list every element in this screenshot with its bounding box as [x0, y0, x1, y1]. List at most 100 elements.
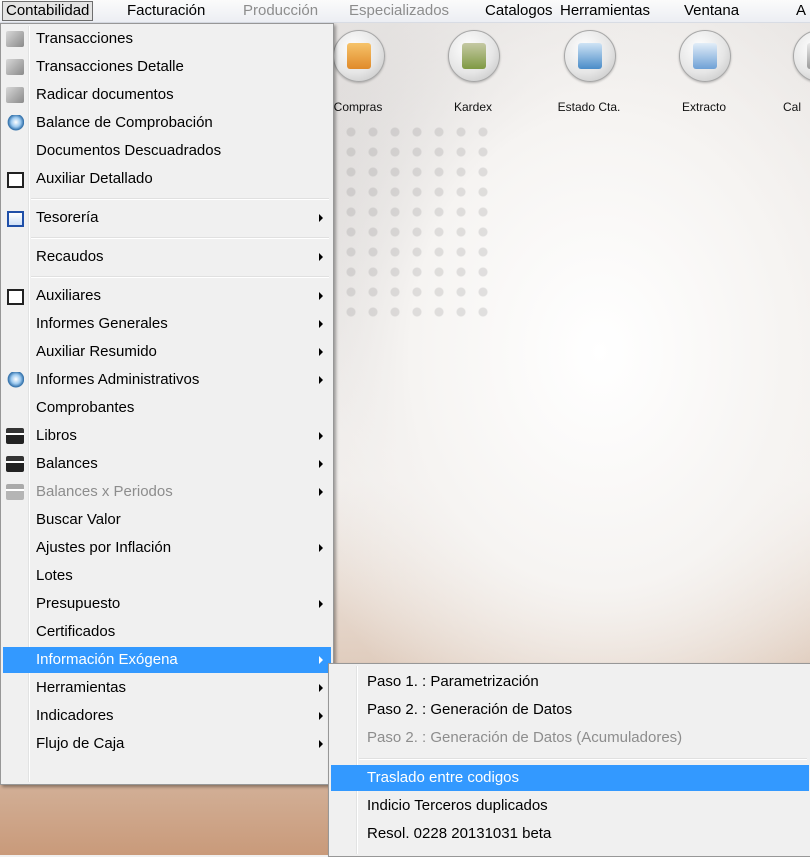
- submenu-item-paso-2[interactable]: Paso 2. : Generación de Datos: [331, 697, 809, 723]
- magnifier-icon: [6, 372, 24, 388]
- menu-item-label: Auxiliar Resumido: [36, 343, 157, 360]
- ledger-icon: [7, 289, 24, 305]
- cal-label: Cal: [783, 100, 802, 114]
- menu-item-balances-x-periodos[interactable]: Balances x Periodos: [3, 479, 331, 505]
- menu-item-auxiliar-resumido[interactable]: Auxiliar Resumido: [3, 339, 331, 365]
- menu-separator: [31, 276, 329, 278]
- extracto-button[interactable]: Extracto: [659, 30, 749, 122]
- menu-item-recaudos[interactable]: Recaudos: [3, 244, 331, 270]
- submenu-item-label: Paso 2. : Generación de Datos (Acumulado…: [367, 729, 683, 746]
- submenu-item-label: Traslado entre codigos: [367, 769, 520, 786]
- submenu-arrow-icon: [319, 712, 323, 720]
- menu-item-label: Comprobantes: [36, 399, 135, 416]
- submenu-item-label: Paso 1. : Parametrización: [367, 673, 539, 690]
- menu-item-lotes[interactable]: Lotes: [3, 563, 331, 589]
- estado-cta-button[interactable]: Estado Cta.: [544, 30, 634, 122]
- document-icon: [693, 43, 717, 69]
- menu-item-certificados[interactable]: Certificados: [3, 619, 331, 645]
- submenu-item-resol-0228[interactable]: Resol. 0228 20131031 beta: [331, 821, 809, 847]
- menu-item-label: Radicar documentos: [36, 86, 174, 103]
- contabilidad-dropdown: Transacciones Transacciones Detalle Radi…: [0, 23, 334, 785]
- submenu-item-label: Resol. 0228 20131031 beta: [367, 825, 552, 842]
- extracto-label: Extracto: [681, 100, 726, 114]
- menu-item-informacion-exogena[interactable]: Información Exógena: [3, 647, 331, 673]
- submenu-arrow-icon: [319, 376, 323, 384]
- submenu-item-traslado-entre-codigos[interactable]: Traslado entre codigos: [331, 765, 809, 791]
- menu-item-herramientas[interactable]: Herramientas: [3, 675, 331, 701]
- submenu-item-indicio-terceros-duplicados[interactable]: Indicio Terceros duplicados: [331, 793, 809, 819]
- clipboard-add-icon: [462, 43, 486, 69]
- menu-item-auxiliar-detallado[interactable]: Auxiliar Detallado: [3, 166, 331, 192]
- menu-item-label: Documentos Descuadrados: [36, 142, 222, 159]
- menu-item-comprobantes[interactable]: Comprobantes: [3, 395, 331, 421]
- submenu-item-label: Paso 2. : Generación de Datos: [367, 701, 573, 718]
- menu-item-label: Balances x Periodos: [36, 483, 173, 500]
- transactions-icon: [6, 31, 24, 47]
- menu-item-ajustes-inflacion[interactable]: Ajustes por Inflación: [3, 535, 331, 561]
- menu-item-label: Flujo de Caja: [36, 735, 125, 752]
- submenu-item-paso-1[interactable]: Paso 1. : Parametrización: [331, 669, 809, 695]
- menu-ventana[interactable]: Ventana: [680, 2, 743, 20]
- transactions-icon: [6, 59, 24, 75]
- estado-cta-button-circle: [564, 30, 616, 82]
- menu-herramientas[interactable]: Herramientas: [556, 2, 654, 20]
- submenu-arrow-icon: [319, 656, 323, 664]
- menu-item-informes-generales[interactable]: Informes Generales: [3, 311, 331, 337]
- printer-icon: [6, 456, 24, 472]
- menu-contabilidad[interactable]: Contabilidad: [2, 1, 94, 21]
- menu-item-presupuesto[interactable]: Presupuesto: [3, 591, 331, 617]
- menu-a[interactable]: A: [792, 2, 810, 20]
- menu-separator: [359, 758, 807, 760]
- menu-catalogos[interactable]: Catalogos: [481, 2, 557, 20]
- menu-item-balance-comprobacion[interactable]: Balance de Comprobación: [3, 110, 331, 136]
- compras-button-circle: [333, 30, 385, 82]
- transactions-icon: [6, 87, 24, 103]
- informacion-exogena-submenu: Paso 1. : Parametrización Paso 2. : Gene…: [328, 663, 810, 857]
- truck-icon: [347, 43, 371, 69]
- submenu-arrow-icon: [319, 488, 323, 496]
- menu-item-indicadores[interactable]: Indicadores: [3, 703, 331, 729]
- menu-item-label: Balance de Comprobación: [36, 114, 213, 131]
- menu-item-label: Transacciones: [36, 30, 133, 47]
- menu-item-transacciones[interactable]: Transacciones: [3, 26, 331, 52]
- printer-icon: [6, 428, 24, 444]
- submenu-arrow-icon: [319, 740, 323, 748]
- menu-item-radicar-documentos[interactable]: Radicar documentos: [3, 82, 331, 108]
- menu-item-buscar-valor[interactable]: Buscar Valor: [3, 507, 331, 533]
- kardex-button[interactable]: Kardex: [428, 30, 518, 122]
- cal-button[interactable]: Cal: [773, 30, 810, 122]
- submenu-arrow-icon: [319, 432, 323, 440]
- menu-item-label: Herramientas: [36, 679, 127, 696]
- menu-item-label: Información Exógena: [36, 651, 178, 668]
- menu-produccion[interactable]: Producción: [239, 2, 322, 20]
- background-pattern: [340, 122, 500, 322]
- menu-facturacion[interactable]: Facturación: [123, 2, 209, 20]
- menubar: Contabilidad Facturación Producción Espe…: [0, 0, 810, 23]
- menu-separator: [31, 198, 329, 200]
- menu-item-auxiliares[interactable]: Auxiliares: [3, 283, 331, 309]
- menu-item-flujo-de-caja[interactable]: Flujo de Caja: [3, 731, 331, 757]
- submenu-arrow-icon: [319, 544, 323, 552]
- menu-item-label: Indicadores: [36, 707, 114, 724]
- menu-item-label: Auxiliar Detallado: [36, 170, 153, 187]
- kardex-label: Kardex: [453, 100, 493, 114]
- checklist-icon: [7, 211, 24, 227]
- menu-item-informes-administrativos[interactable]: Informes Administrativos: [3, 367, 331, 393]
- estado-cta-label: Estado Cta.: [557, 100, 621, 114]
- menu-item-label: Auxiliares: [36, 287, 102, 304]
- menu-item-transacciones-detalle[interactable]: Transacciones Detalle: [3, 54, 331, 80]
- menu-item-balances[interactable]: Balances: [3, 451, 331, 477]
- menu-especializados[interactable]: Especializados: [345, 2, 453, 20]
- menu-item-tesoreria[interactable]: Tesorería: [3, 205, 331, 231]
- submenu-arrow-icon: [319, 684, 323, 692]
- menu-item-label: Recaudos: [36, 248, 104, 265]
- submenu-item-paso-2-acumuladores[interactable]: Paso 2. : Generación de Datos (Acumulado…: [331, 725, 809, 751]
- menu-item-label: Informes Generales: [36, 315, 168, 332]
- submenu-arrow-icon: [319, 320, 323, 328]
- menu-item-libros[interactable]: Libros: [3, 423, 331, 449]
- submenu-arrow-icon: [319, 600, 323, 608]
- menu-item-documentos-descuadrados[interactable]: Documentos Descuadrados: [3, 138, 331, 164]
- ledger-icon: [7, 172, 24, 188]
- extracto-button-circle: [679, 30, 731, 82]
- menu-separator: [31, 237, 329, 239]
